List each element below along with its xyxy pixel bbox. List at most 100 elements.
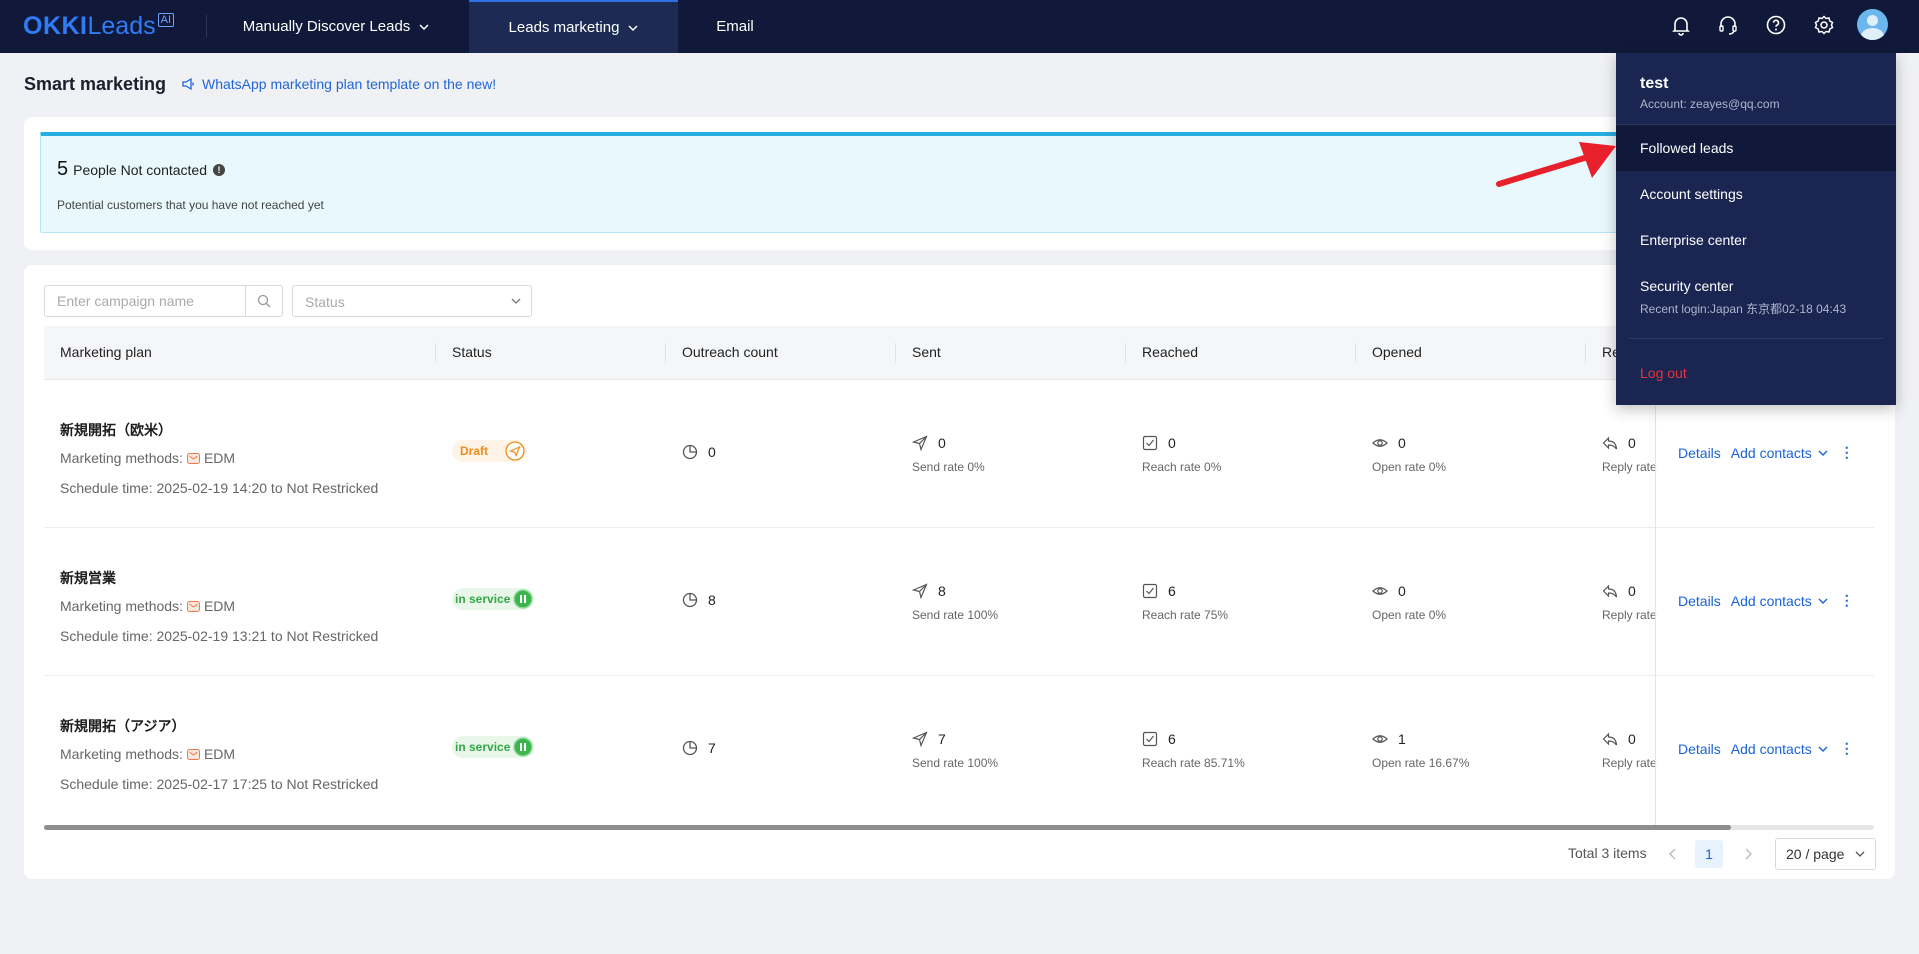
table-row: 新規開拓（アジア） Marketing methods: EDM Schedul… <box>44 676 1874 824</box>
details-link[interactable]: Details <box>1678 741 1721 757</box>
nav-email[interactable]: Email <box>690 0 780 53</box>
replied-value: 0 <box>1628 731 1636 747</box>
pause-icon[interactable] <box>512 736 534 758</box>
menu-item-security-center[interactable]: Security center <box>1640 278 1733 294</box>
marketing-method: Marketing methods: EDM <box>60 746 235 762</box>
reply-rate: Reply rate <box>1602 460 1657 474</box>
nav-label: Email <box>716 18 754 35</box>
marketing-method: Marketing methods: EDM <box>60 598 235 614</box>
info-icon[interactable]: ! <box>213 163 225 176</box>
horizontal-scrollbar[interactable] <box>44 825 1874 830</box>
table-row: 新規開拓（欧米） Marketing methods: EDM Schedule… <box>44 380 1874 528</box>
scrollbar-thumb[interactable] <box>44 825 1731 830</box>
not-contacted-count: 5 <box>57 158 69 180</box>
send-icon <box>912 583 928 599</box>
nav-label: Manually Discover Leads <box>242 18 411 35</box>
outreach-value: 7 <box>708 740 716 756</box>
not-contacted-label: People Not contacted <box>73 161 207 178</box>
sent-value: 7 <box>938 731 946 747</box>
campaign-search-input[interactable] <box>45 286 245 316</box>
logout-button[interactable]: Log out <box>1640 365 1687 381</box>
not-contacted-description: Potential customers that you have not re… <box>57 198 324 212</box>
headset-icon[interactable] <box>1716 13 1740 37</box>
replied-count: 0 <box>1602 731 1636 747</box>
more-options-icon[interactable]: ⋮ <box>1840 444 1854 461</box>
avatar[interactable] <box>1857 9 1888 40</box>
column-divider <box>1585 343 1586 363</box>
outreach-count: 8 <box>682 592 716 608</box>
reach-rate: Reach rate 75% <box>1142 608 1229 622</box>
reached-count: 6 <box>1142 731 1176 747</box>
recent-login-info: Recent login:Japan 东京都02-18 04:43 <box>1640 302 1847 316</box>
avatar-head <box>1867 15 1878 26</box>
search-button[interactable] <box>245 286 282 316</box>
red-arrow-annotation <box>1496 142 1616 187</box>
plan-name[interactable]: 新規営業 <box>60 568 116 588</box>
col-status: Status <box>452 344 492 360</box>
more-options-icon[interactable]: ⋮ <box>1840 592 1854 609</box>
help-icon[interactable] <box>1764 13 1788 37</box>
chevron-right-icon[interactable] <box>1740 846 1756 862</box>
user-dropdown-menu: test Account: zeayes@qq.com Followed lea… <box>1616 53 1896 405</box>
reach-check-icon <box>1142 731 1158 747</box>
search-icon <box>257 294 271 308</box>
reached-value: 0 <box>1168 435 1176 451</box>
menu-item-enterprise-center[interactable]: Enterprise center <box>1616 217 1896 263</box>
add-contacts-button[interactable]: Add contacts <box>1731 741 1828 757</box>
reached-value: 6 <box>1168 583 1176 599</box>
menu-item-account-settings[interactable]: Account settings <box>1616 171 1896 217</box>
nav-leads-marketing[interactable]: Leads marketing <box>469 0 678 53</box>
plan-name[interactable]: 新規開拓（欧米） <box>60 420 172 440</box>
add-contacts-label: Add contacts <box>1730 740 1812 757</box>
schedule-time: Schedule time: 2025-02-17 17:25 to Not R… <box>60 776 379 792</box>
settings-icon[interactable] <box>1812 13 1836 37</box>
send-status-icon[interactable] <box>504 440 526 462</box>
sent-count: 8 <box>912 583 946 599</box>
bell-icon[interactable] <box>1669 13 1693 37</box>
details-link[interactable]: Details <box>1678 445 1721 461</box>
pause-icon[interactable] <box>512 588 534 610</box>
row-actions: Details Add contacts ⋮ <box>1678 740 1854 757</box>
add-contacts-button[interactable]: Add contacts <box>1731 445 1828 461</box>
details-link[interactable]: Details <box>1678 593 1721 609</box>
nav-label: Leads marketing <box>508 19 620 36</box>
top-navigation-bar: OKKI Leads AI Manually Discover Leads Le… <box>0 0 1919 53</box>
replied-value: 0 <box>1628 583 1636 599</box>
mail-icon <box>186 600 200 612</box>
more-options-icon[interactable]: ⋮ <box>1840 740 1854 757</box>
status-badge: Draft <box>452 440 526 462</box>
nav-manually-discover-leads[interactable]: Manually Discover Leads <box>206 0 466 53</box>
status-select[interactable]: Status <box>292 285 532 317</box>
replied-count: 0 <box>1602 435 1636 451</box>
row-actions: Details Add contacts ⋮ <box>1678 444 1854 461</box>
reached-count: 6 <box>1142 583 1176 599</box>
eye-icon <box>1372 587 1388 595</box>
method-label: Marketing methods: <box>60 598 183 614</box>
pie-icon <box>682 592 698 608</box>
mail-icon <box>186 748 200 760</box>
page-size-select[interactable]: 20 / page <box>1775 838 1876 870</box>
outreach-value: 8 <box>708 592 716 608</box>
outreach-count: 0 <box>682 444 716 460</box>
campaign-search <box>44 285 283 317</box>
method-label: Marketing methods: <box>60 746 183 762</box>
add-contacts-button[interactable]: Add contacts <box>1731 593 1828 609</box>
plan-name[interactable]: 新規開拓（アジア） <box>60 716 185 736</box>
promo-link[interactable]: WhatsApp marketing plan template on the … <box>181 76 496 92</box>
chevron-down-icon <box>1855 851 1865 857</box>
column-divider <box>665 343 666 363</box>
menu-item-followed-leads[interactable]: Followed leads <box>1616 125 1896 171</box>
chevron-left-icon[interactable] <box>1665 846 1681 862</box>
reach-check-icon <box>1142 583 1158 599</box>
okki-leads-logo[interactable]: OKKI Leads AI <box>23 13 175 39</box>
reach-rate: Reach rate 85.71% <box>1142 756 1245 770</box>
send-icon <box>912 731 928 747</box>
method-value: EDM <box>203 746 236 762</box>
column-divider <box>895 343 896 363</box>
chevron-down-icon <box>1818 746 1828 752</box>
col-opened: Opened <box>1372 344 1422 360</box>
page-number[interactable]: 1 <box>1695 840 1723 868</box>
reached-value: 6 <box>1168 731 1176 747</box>
outreach-value: 0 <box>708 444 716 460</box>
mail-icon <box>186 452 200 464</box>
